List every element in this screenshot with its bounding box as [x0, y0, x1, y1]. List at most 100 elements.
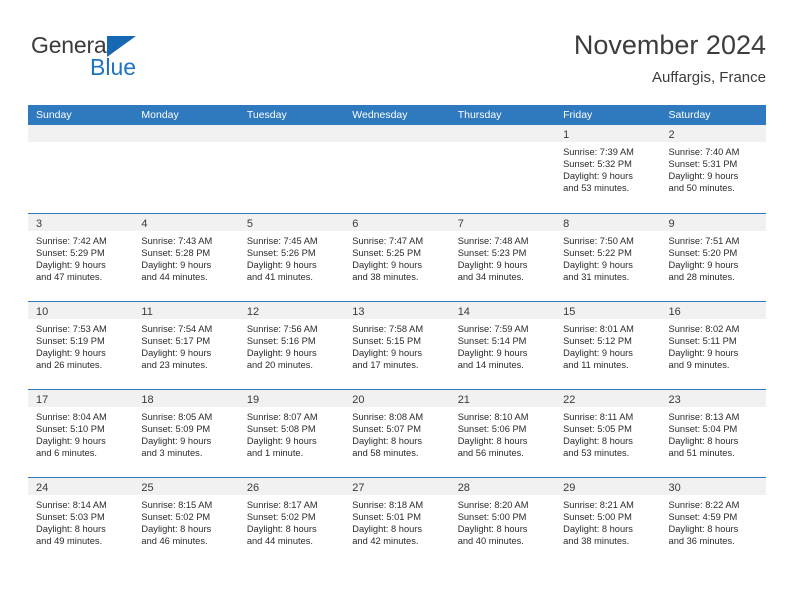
calendar-day-cell[interactable]: 29 Sunrise: 8:21 AM Sunset: 5:00 PM Dayligh… [555, 478, 661, 565]
day-number: 29 [563, 482, 576, 494]
day-number-band: 9 [660, 214, 766, 231]
day-details [28, 142, 133, 146]
daylight-text: Daylight: 9 hours [457, 260, 528, 271]
page-title: November 2024 [573, 30, 766, 60]
day-number-band: 22 [555, 390, 661, 407]
sunrise-text: Sunrise: 7:51 AM [668, 236, 740, 246]
day-details: Sunrise: 8:22 AM Sunset: 4:59 PM Daylight:… [661, 495, 766, 547]
calendar-week-row: 17 Sunrise: 8:04 AM Sunset: 5:10 PM Dayligh… [28, 389, 766, 477]
calendar-day-cell[interactable]: 25 Sunrise: 8:15 AM Sunset: 5:02 PM Dayligh… [133, 478, 239, 565]
calendar-day-cell[interactable]: 2 Sunrise: 7:40 AM Sunset: 5:31 PM Daylight… [660, 125, 766, 213]
day-details: Sunrise: 8:15 AM Sunset: 5:02 PM Daylight:… [133, 495, 238, 547]
daylight-text: Daylight: 8 hours [563, 524, 633, 535]
calendar-day-cell[interactable]: 23 Sunrise: 8:13 AM Sunset: 5:04 PM Dayligh… [660, 390, 766, 477]
logo-text-blue: Blue [90, 54, 137, 80]
sunset-text: Sunset: 5:07 PM [352, 424, 421, 435]
daylight-text: and 38 minutes. [563, 536, 630, 547]
calendar-day-cell[interactable]: 27 Sunrise: 8:18 AM Sunset: 5:01 PM Dayligh… [344, 478, 450, 565]
day-number-band [28, 125, 134, 142]
calendar-day-cell[interactable]: 17 Sunrise: 8:04 AM Sunset: 5:10 PM Dayligh… [28, 390, 134, 477]
sunset-text: Sunset: 5:06 PM [457, 424, 527, 435]
calendar-day-cell[interactable]: 24 Sunrise: 8:14 AM Sunset: 5:03 PM Dayligh… [28, 478, 134, 565]
daylight-text: Daylight: 9 hours [563, 260, 633, 271]
daylight-text: Daylight: 9 hours [246, 348, 317, 359]
sunset-text: Sunset: 5:11 PM [668, 336, 737, 347]
day-details: Sunrise: 8:04 AM Sunset: 5:10 PM Daylight:… [28, 407, 133, 459]
sunset-text: Sunset: 5:22 PM [563, 248, 632, 259]
day-number-band [133, 125, 239, 142]
daylight-text: Daylight: 9 hours [246, 436, 317, 447]
daylight-text: and 47 minutes. [36, 272, 103, 283]
day-number-band: 4 [133, 214, 239, 231]
calendar-day-cell[interactable]: 5 Sunrise: 7:45 AM Sunset: 5:26 PM Daylight… [238, 214, 345, 301]
sunset-text: Sunset: 5:01 PM [352, 512, 421, 523]
calendar-week-row: 1 Sunrise: 7:39 AM Sunset: 5:32 PM Daylight… [28, 125, 766, 213]
day-number: 19 [246, 394, 260, 406]
calendar-day-cell[interactable]: 20 Sunrise: 8:08 AM Sunset: 5:07 PM Dayligh… [344, 390, 450, 477]
day-number: 18 [141, 394, 154, 406]
daylight-text: and 51 minutes. [668, 448, 735, 459]
daylight-text: Daylight: 9 hours [457, 348, 528, 359]
calendar-day-cell[interactable]: 18 Sunrise: 8:05 AM Sunset: 5:09 PM Dayligh… [133, 390, 239, 477]
sunrise-text: Sunrise: 7:40 AM [668, 147, 740, 157]
calendar-day-cell[interactable]: 8 Sunrise: 7:50 AM Sunset: 5:22 PM Daylight… [555, 214, 661, 301]
calendar-day-cell[interactable]: 10 Sunrise: 7:53 AM Sunset: 5:19 PM Dayligh… [28, 302, 134, 389]
sunset-text: Sunset: 5:03 PM [36, 512, 105, 523]
calendar-weeks: 1 Sunrise: 7:39 AM Sunset: 5:32 PM Daylight… [28, 125, 766, 565]
calendar-day-cell[interactable]: 28 Sunrise: 8:20 AM Sunset: 5:00 PM Dayligh… [449, 478, 556, 565]
day-number: 10 [36, 306, 49, 318]
sunset-text: Sunset: 5:09 PM [141, 424, 211, 435]
day-number-band [238, 125, 345, 142]
calendar-day-cell[interactable]: 26 Sunrise: 8:17 AM Sunset: 5:02 PM Dayligh… [238, 478, 345, 565]
sunset-text: Sunset: 5:14 PM [457, 336, 527, 347]
calendar-day-cell[interactable]: 22 Sunrise: 8:11 AM Sunset: 5:05 PM Dayligh… [555, 390, 661, 477]
weekday-header-friday: Friday [563, 109, 593, 121]
calendar-day-cell[interactable]: 7 Sunrise: 7:48 AM Sunset: 5:23 PM Daylight… [449, 214, 556, 301]
sunrise-text: Sunrise: 8:22 AM [668, 500, 740, 510]
day-details: Sunrise: 7:50 AM Sunset: 5:22 PM Daylight:… [555, 231, 660, 283]
calendar-day-cell[interactable]: 9 Sunrise: 7:51 AM Sunset: 5:20 PM Daylight… [660, 214, 766, 301]
day-number-band: 30 [660, 478, 766, 495]
calendar-day-cell[interactable]: 19 Sunrise: 8:07 AM Sunset: 5:08 PM Dayligh… [238, 390, 345, 477]
calendar-day-cell[interactable]: 14 Sunrise: 7:59 AM Sunset: 5:14 PM Dayligh… [449, 302, 556, 389]
day-number: 22 [563, 394, 576, 406]
sunrise-text: Sunrise: 7:50 AM [563, 236, 634, 246]
daylight-text: and 6 minutes. [36, 448, 97, 459]
daylight-text: Daylight: 9 hours [668, 348, 739, 359]
calendar-day-cell[interactable]: 30 Sunrise: 8:22 AM Sunset: 4:59 PM Dayligh… [660, 478, 766, 565]
sunset-text: Sunset: 5:16 PM [246, 336, 316, 347]
calendar-day-cell[interactable]: 3 Sunrise: 7:42 AM Sunset: 5:29 PM Daylight… [28, 214, 134, 301]
day-details [239, 142, 344, 146]
calendar-day-cell[interactable]: 6 Sunrise: 7:47 AM Sunset: 5:25 PM Daylight… [344, 214, 450, 301]
day-number-band: 1 [555, 125, 661, 142]
day-number: 27 [352, 482, 365, 494]
daylight-text: and 56 minutes. [457, 448, 524, 459]
calendar-day-cell[interactable]: 16 Sunrise: 8:02 AM Sunset: 5:11 PM Dayligh… [660, 302, 766, 389]
sunset-text: Sunset: 5:25 PM [352, 248, 421, 259]
day-number-band: 23 [660, 390, 766, 407]
calendar-day-cell[interactable]: 4 Sunrise: 7:43 AM Sunset: 5:28 PM Daylight… [133, 214, 239, 301]
daylight-text: Daylight: 9 hours [668, 260, 739, 271]
general-blue-logo[interactable]: General Blue [28, 32, 258, 94]
calendar-day-cell[interactable]: 1 Sunrise: 7:39 AM Sunset: 5:32 PM Daylight… [555, 125, 661, 213]
daylight-text: and 14 minutes. [457, 360, 524, 371]
sunrise-text: Sunrise: 8:10 AM [457, 412, 529, 422]
day-number-band [344, 125, 450, 142]
daylight-text: and 34 minutes. [457, 272, 524, 283]
day-details: Sunrise: 8:14 AM Sunset: 5:03 PM Daylight:… [28, 495, 133, 547]
sunset-text: Sunset: 5:17 PM [141, 336, 211, 347]
sunset-text: Sunset: 5:00 PM [457, 512, 527, 523]
day-details: Sunrise: 7:47 AM Sunset: 5:25 PM Daylight:… [344, 231, 449, 283]
daylight-text: and 26 minutes. [36, 360, 103, 371]
daylight-text: and 44 minutes. [141, 272, 208, 283]
sunrise-text: Sunrise: 7:58 AM [352, 324, 424, 334]
calendar-day-cell[interactable]: 12 Sunrise: 7:56 AM Sunset: 5:16 PM Dayligh… [238, 302, 345, 389]
sunset-text: Sunset: 5:04 PM [668, 424, 738, 435]
daylight-text: and 46 minutes. [141, 536, 208, 547]
calendar-day-cell[interactable]: 13 Sunrise: 7:58 AM Sunset: 5:15 PM Dayligh… [344, 302, 450, 389]
calendar-day-cell[interactable]: 11 Sunrise: 7:54 AM Sunset: 5:17 PM Dayligh… [133, 302, 239, 389]
calendar-day-cell[interactable]: 21 Sunrise: 8:10 AM Sunset: 5:06 PM Dayligh… [449, 390, 556, 477]
day-details: Sunrise: 8:01 AM Sunset: 5:12 PM Daylight:… [555, 319, 660, 371]
day-number-band: 24 [28, 478, 134, 495]
calendar-day-cell[interactable]: 15 Sunrise: 8:01 AM Sunset: 5:12 PM Dayligh… [555, 302, 661, 389]
